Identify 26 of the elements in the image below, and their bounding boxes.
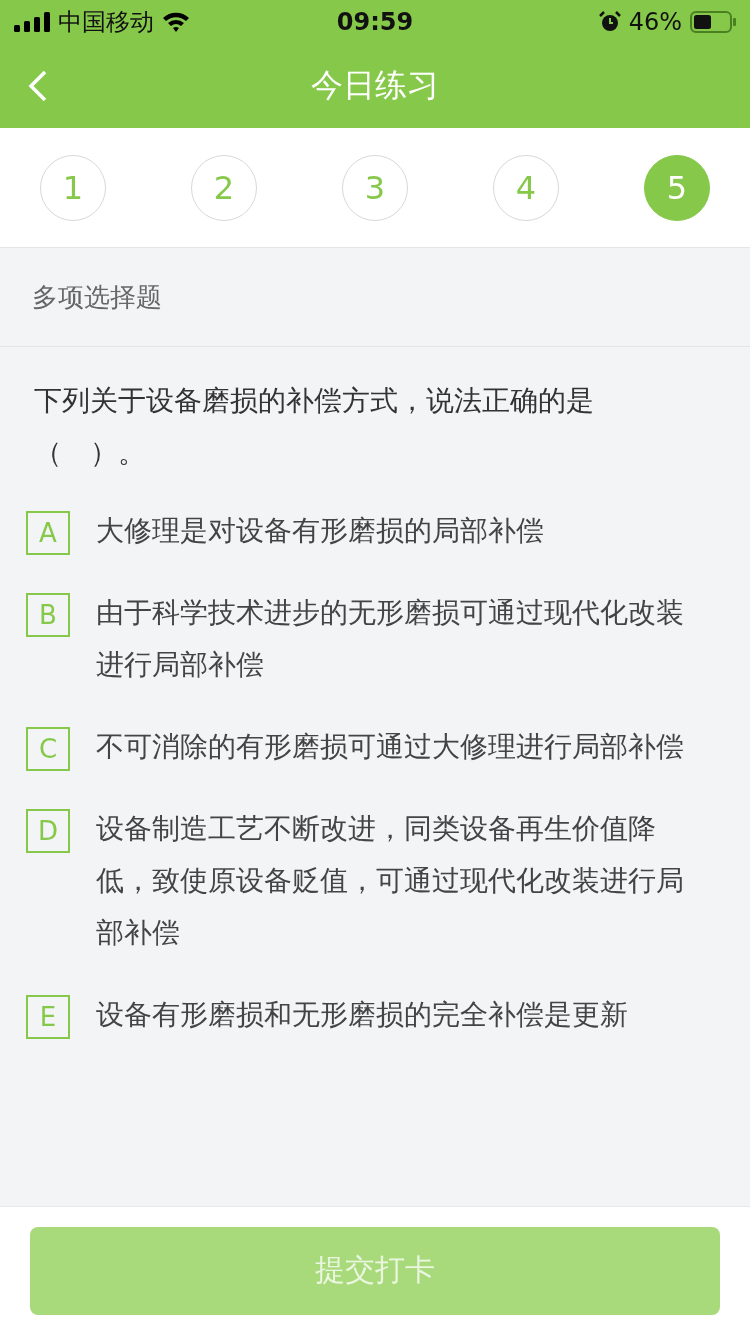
wifi-icon <box>162 11 190 33</box>
signal-icon <box>14 12 50 32</box>
option-text[interactable]: 由于科学技术进步的无形磨损可通过现代化改装进行局部补偿 <box>96 587 696 691</box>
option-letter-box[interactable]: A <box>26 511 70 555</box>
alarm-icon <box>598 11 621 33</box>
option-text[interactable]: 设备制造工艺不断改进，同类设备再生价值降低，致使原设备贬值，可通过现代化改装进行局部补偿 <box>96 803 696 959</box>
carrier-name: 中国移动 <box>58 7 154 38</box>
option-letter-box[interactable]: E <box>26 995 70 1039</box>
page-title: 今日练习 <box>311 65 439 106</box>
question-number-tab[interactable]: 1 <box>40 154 106 221</box>
battery-percent: 46% <box>628 8 682 36</box>
back-icon[interactable] <box>28 70 48 102</box>
question-text: 下列关于设备磨损的补偿方式，说法正确的是（ ）。 <box>34 383 595 471</box>
option-letter-box[interactable]: C <box>26 727 70 771</box>
option-text[interactable]: 设备有形磨损和无形磨损的完全补偿是更新 <box>96 989 696 1041</box>
option-text[interactable]: 大修理是对设备有形磨损的局部补偿 <box>96 505 696 557</box>
option-letter-box[interactable]: D <box>26 809 70 853</box>
question-type-label: 多项选择题 <box>0 248 750 347</box>
status-time: 09:59 <box>336 8 414 36</box>
option-letter-box[interactable]: B <box>26 593 70 637</box>
question-number-tab[interactable]: 3 <box>342 154 408 221</box>
question-number-tab[interactable]: 4 <box>493 154 559 221</box>
question-number-tab[interactable]: 2 <box>191 154 257 221</box>
battery-icon <box>690 11 736 33</box>
question-number-tab[interactable]: 5 <box>644 154 710 221</box>
option-text[interactable]: 不可消除的有形磨损可通过大修理进行局部补偿 <box>96 721 696 773</box>
